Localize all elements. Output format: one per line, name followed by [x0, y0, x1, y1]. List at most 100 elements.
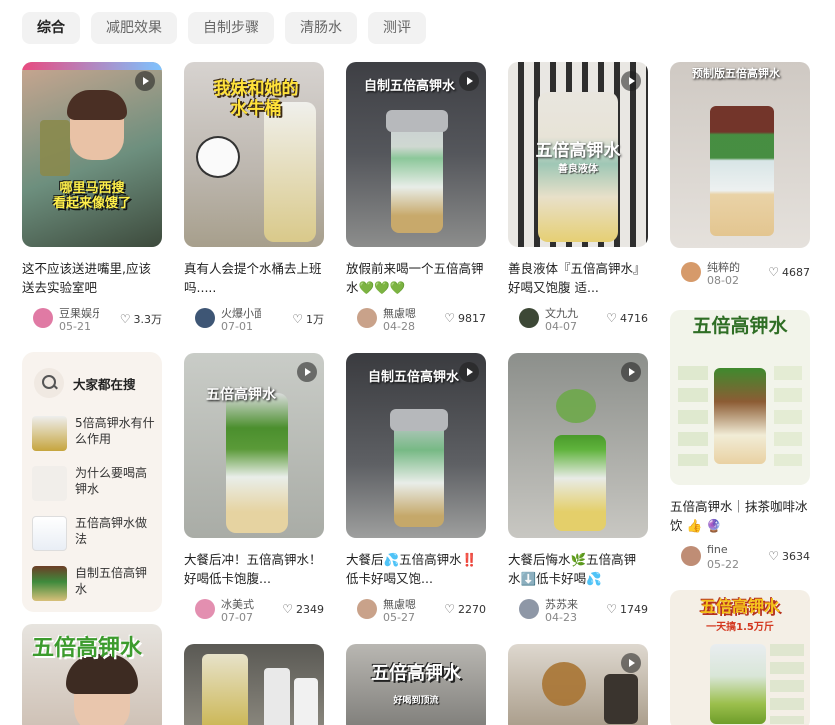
- note-meta: 無慮嗯 05-27 ♡ 2270: [346, 596, 486, 624]
- avatar[interactable]: [33, 308, 53, 328]
- like-count[interactable]: ♡ 9817: [444, 311, 486, 325]
- note-title[interactable]: 大餐后💦五倍高钾水‼️低卡好喝又饱...: [346, 550, 486, 588]
- heart-icon[interactable]: ♡: [606, 602, 617, 616]
- note-cover[interactable]: [508, 353, 648, 538]
- filter-tabs: 综合 减肥效果 自制步骤 清肠水 测评: [22, 12, 426, 44]
- like-count[interactable]: ♡ 4716: [606, 311, 648, 325]
- note-meta: 豆果娱乐 05-21 ♡ 3.3万: [22, 305, 162, 333]
- search-icon: [34, 368, 64, 398]
- search-suggestion[interactable]: 五倍高钾水做法: [32, 514, 157, 554]
- avatar[interactable]: [357, 308, 377, 328]
- cover-subtext: 善良液体: [558, 164, 598, 175]
- author-name[interactable]: 無慮嗯: [383, 596, 423, 612]
- note-cover[interactable]: 预制版五倍高钾水: [670, 62, 810, 248]
- cover-text: 五倍高钾水: [371, 663, 461, 684]
- avatar[interactable]: [195, 599, 215, 619]
- note-cover[interactable]: [184, 644, 324, 725]
- heart-icon[interactable]: ♡: [606, 311, 617, 325]
- author-name[interactable]: 豆果娱乐: [59, 305, 99, 321]
- note-card[interactable]: 五倍高钾水 好喝到顶流: [346, 644, 486, 725]
- play-icon: [135, 71, 155, 91]
- search-suggestion[interactable]: 自制五倍高钾水: [32, 564, 157, 604]
- note-card[interactable]: [184, 644, 324, 725]
- post-date: 05-22: [707, 558, 739, 571]
- note-meta: 火爆小面 07-01 ♡ 1万: [184, 305, 324, 333]
- note-card[interactable]: 预制版五倍高钾水 纯粹的 08-02 ♡ 4687: [670, 62, 810, 287]
- note-card[interactable]: 五倍高钾水 五倍高钾水｜抹茶咖啡冰饮 👍 🔮 fine 05-22 ♡ 3634: [670, 310, 810, 571]
- heart-icon[interactable]: ♡: [768, 265, 779, 279]
- note-card[interactable]: 五倍高钾水 大餐后冲！五倍高钾水！好喝低卡饱腹... 冰美式 07-07 ♡ 23…: [184, 353, 324, 624]
- note-cover[interactable]: 五倍高钾水: [184, 353, 324, 538]
- note-title[interactable]: 这不应该送进嘴里,应该送去实验室吧: [22, 259, 162, 297]
- tab-comprehensive[interactable]: 综合: [22, 12, 80, 44]
- note-cover[interactable]: 自制五倍高钾水: [346, 62, 486, 247]
- author-name[interactable]: fine: [707, 543, 747, 556]
- author-name[interactable]: 纯粹的: [707, 259, 747, 275]
- tab-review[interactable]: 测评: [368, 12, 426, 44]
- note-card[interactable]: 自制五倍高钾水 放假前来喝一个五倍高钾水💚💚💚 無慮嗯 04-28 ♡ 9817: [346, 62, 486, 333]
- cover-text: 五倍高钾水: [692, 315, 788, 337]
- like-count[interactable]: ♡ 2349: [282, 602, 324, 616]
- like-count[interactable]: ♡ 3.3万: [120, 311, 162, 327]
- author-name[interactable]: 冰美式: [221, 596, 261, 612]
- avatar[interactable]: [195, 308, 215, 328]
- like-count[interactable]: ♡ 1749: [606, 602, 648, 616]
- note-title[interactable]: 大餐后悔水🌿五倍高钾水⬇️低卡好喝💦: [508, 550, 648, 588]
- note-cover[interactable]: 哪里马西搜 看起来像馊了: [22, 62, 162, 247]
- note-title[interactable]: 善良液体『五倍高钾水』好喝又饱腹 适...: [508, 259, 648, 297]
- search-suggestion[interactable]: 为什么要喝高钾水: [32, 464, 157, 504]
- note-cover[interactable]: 五倍高钾水: [670, 310, 810, 485]
- note-card[interactable]: 五倍高钾水 善良液体 善良液体『五倍高钾水』好喝又饱腹 适... 文九九 04-…: [508, 62, 648, 333]
- note-cover[interactable]: 自制五倍高钾水: [346, 353, 486, 538]
- author-name[interactable]: 文九九: [545, 305, 585, 321]
- avatar[interactable]: [519, 308, 539, 328]
- heart-icon[interactable]: ♡: [292, 312, 303, 326]
- note-card[interactable]: 五倍高钾水: [22, 624, 162, 725]
- heart-icon[interactable]: ♡: [444, 602, 455, 616]
- note-cover[interactable]: 我妹和她的 水牛桶: [184, 62, 324, 247]
- play-icon: [621, 362, 641, 382]
- avatar[interactable]: [519, 599, 539, 619]
- post-date: 08-02: [707, 274, 739, 287]
- avatar[interactable]: [357, 599, 377, 619]
- note-meta: fine 05-22 ♡ 3634: [670, 543, 810, 571]
- note-card[interactable]: 大餐后悔水🌿五倍高钾水⬇️低卡好喝💦 苏苏来 04-23 ♡ 1749: [508, 353, 648, 624]
- note-cover[interactable]: 五倍高钾水 好喝到顶流: [346, 644, 486, 725]
- note-title[interactable]: 放假前来喝一个五倍高钾水💚💚💚: [346, 259, 486, 297]
- note-title[interactable]: 大餐后冲！五倍高钾水！好喝低卡饱腹...: [184, 550, 324, 588]
- note-cover[interactable]: 五倍高钾水 一天搞1.5万斤: [670, 590, 810, 725]
- author-name[interactable]: 火爆小面: [221, 305, 261, 321]
- note-title[interactable]: 五倍高钾水｜抹茶咖啡冰饮 👍 🔮: [670, 497, 810, 535]
- post-date: 04-23: [545, 611, 577, 624]
- note-title[interactable]: 真有人会提个水桶去上班吗.....: [184, 259, 324, 297]
- note-card[interactable]: [508, 644, 648, 725]
- tab-weight-loss-effect[interactable]: 减肥效果: [91, 12, 177, 44]
- like-count[interactable]: ♡ 2270: [444, 602, 486, 616]
- tab-diy-steps[interactable]: 自制步骤: [188, 12, 274, 44]
- heart-icon[interactable]: ♡: [444, 311, 455, 325]
- like-count[interactable]: ♡ 4687: [768, 265, 810, 279]
- tab-cleanse-water[interactable]: 清肠水: [285, 12, 357, 44]
- like-count[interactable]: ♡ 3634: [768, 549, 810, 563]
- note-card[interactable]: 五倍高钾水 一天搞1.5万斤: [670, 590, 810, 725]
- heart-icon[interactable]: ♡: [768, 549, 779, 563]
- note-card[interactable]: 哪里马西搜 看起来像馊了 这不应该送进嘴里,应该送去实验室吧 豆果娱乐 05-2…: [22, 62, 162, 333]
- note-card[interactable]: 自制五倍高钾水 大餐后💦五倍高钾水‼️低卡好喝又饱... 無慮嗯 05-27 ♡…: [346, 353, 486, 624]
- author-name[interactable]: 無慮嗯: [383, 305, 423, 321]
- heart-icon[interactable]: ♡: [120, 312, 131, 326]
- heart-icon[interactable]: ♡: [282, 602, 293, 616]
- note-cover[interactable]: [508, 644, 648, 725]
- avatar[interactable]: [681, 262, 701, 282]
- note-card[interactable]: 我妹和她的 水牛桶 真有人会提个水桶去上班吗..... 火爆小面 07-01 ♡…: [184, 62, 324, 333]
- note-cover[interactable]: 五倍高钾水: [22, 624, 162, 725]
- avatar[interactable]: [681, 546, 701, 566]
- post-date: 07-01: [221, 320, 253, 333]
- search-suggestion[interactable]: 5倍高钾水有什么作用: [32, 414, 157, 454]
- cover-text: 五倍高钾水: [535, 141, 621, 161]
- like-count[interactable]: ♡ 1万: [292, 311, 324, 327]
- author-name[interactable]: 苏苏来: [545, 596, 585, 612]
- note-meta: 無慮嗯 04-28 ♡ 9817: [346, 305, 486, 333]
- play-icon: [297, 362, 317, 382]
- post-date: 07-07: [221, 611, 253, 624]
- note-cover[interactable]: 五倍高钾水 善良液体: [508, 62, 648, 247]
